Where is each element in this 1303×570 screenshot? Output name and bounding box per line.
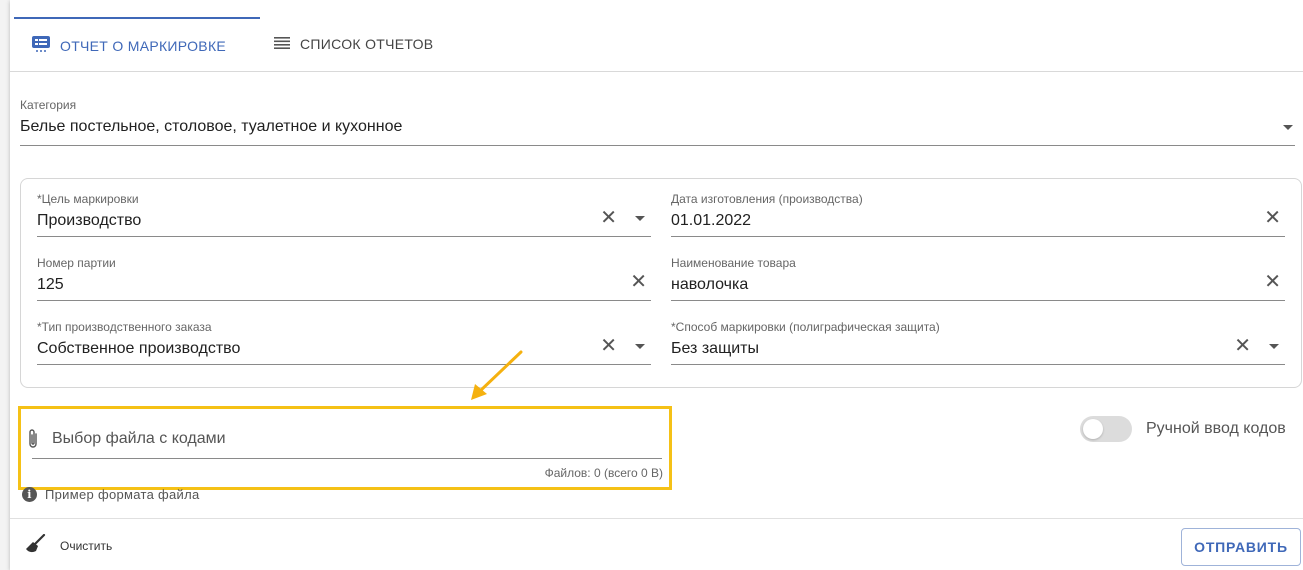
chevron-down-icon[interactable] [1283, 125, 1293, 130]
actions-divider [10, 518, 1303, 519]
active-tab-indicator [14, 17, 260, 19]
manual-input-toggle[interactable] [1080, 416, 1132, 442]
list-icon [274, 36, 290, 52]
marking-method-label: *Способ маркировки (полиграфическая защи… [671, 320, 940, 334]
category-select[interactable]: Категория Белье постельное, столовое, ту… [20, 98, 1295, 146]
chevron-down-icon[interactable] [1269, 344, 1279, 349]
chevron-down-icon[interactable] [635, 344, 645, 349]
info-icon: i [22, 487, 37, 502]
file-picker-underline [32, 458, 662, 459]
close-icon[interactable]: ✕ [600, 336, 617, 356]
manufacture-date-label: Дата изготовления (производства) [671, 192, 863, 206]
close-icon[interactable]: ✕ [630, 272, 647, 292]
file-count-text: Файлов: 0 (всего 0 В) [544, 466, 663, 480]
close-icon[interactable]: ✕ [600, 208, 617, 228]
marking-method-value: Без защиты [671, 340, 759, 357]
close-icon[interactable]: ✕ [1264, 272, 1281, 292]
tab-report-list[interactable]: СПИСОК ОТЧЕТОВ [274, 36, 433, 52]
close-icon[interactable]: ✕ [1234, 336, 1251, 356]
category-value: Белье постельное, столовое, туалетное и … [20, 118, 403, 135]
order-type-label: *Тип производственного заказа [37, 320, 212, 334]
tab-bar: ОТЧЕТ О МАРКИРОВКЕ СПИСОК ОТЧЕТОВ [10, 0, 1303, 72]
manual-input-label: Ручной ввод кодов [1146, 420, 1286, 437]
product-name-label: Наименование товара [671, 256, 796, 270]
file-picker-input[interactable]: Выбор файла с кодами [52, 430, 226, 448]
product-name-value: наволочка [671, 276, 749, 293]
annotation-arrow-icon [471, 350, 523, 400]
file-format-example-label: Пример формата файла [45, 487, 200, 502]
chevron-down-icon[interactable] [635, 216, 645, 221]
batch-number-label: Номер партии [37, 256, 116, 270]
batch-number-value: 125 [37, 276, 64, 293]
category-label: Категория [20, 98, 77, 112]
marking-method-select[interactable]: *Способ маркировки (полиграфическая защи… [671, 320, 1285, 365]
file-format-example-link[interactable]: i Пример формата файла [22, 487, 200, 502]
paperclip-icon[interactable] [26, 428, 40, 455]
submit-button[interactable]: ОТПРАВИТЬ [1181, 528, 1301, 566]
batch-number-field[interactable]: Номер партии 125 ✕ [37, 256, 651, 301]
product-name-field[interactable]: Наименование товара наволочка ✕ [671, 256, 1285, 301]
purpose-select[interactable]: *Цель маркировки Производство ✕ [37, 192, 651, 237]
manufacture-date-field[interactable]: Дата изготовления (производства) 01.01.2… [671, 192, 1285, 237]
clear-button[interactable]: Очистить [24, 533, 113, 557]
report-icon [32, 36, 50, 55]
tab-marking-report[interactable]: ОТЧЕТ О МАРКИРОВКЕ [32, 36, 226, 55]
close-icon[interactable]: ✕ [1264, 208, 1281, 228]
order-type-select[interactable]: *Тип производственного заказа Собственно… [37, 320, 651, 365]
tab-label: ОТЧЕТ О МАРКИРОВКЕ [60, 37, 227, 54]
toggle-knob [1083, 419, 1103, 439]
report-card: ОТЧЕТ О МАРКИРОВКЕ СПИСОК ОТЧЕТОВ Катего… [10, 0, 1303, 570]
purpose-value: Производство [37, 212, 142, 229]
order-type-value: Собственное производство [37, 340, 241, 357]
broom-icon [24, 533, 46, 557]
clear-label: Очистить [60, 538, 113, 553]
manufacture-date-value: 01.01.2022 [671, 212, 752, 229]
purpose-label: *Цель маркировки [37, 192, 139, 206]
tab-label: СПИСОК ОТЧЕТОВ [300, 36, 434, 52]
